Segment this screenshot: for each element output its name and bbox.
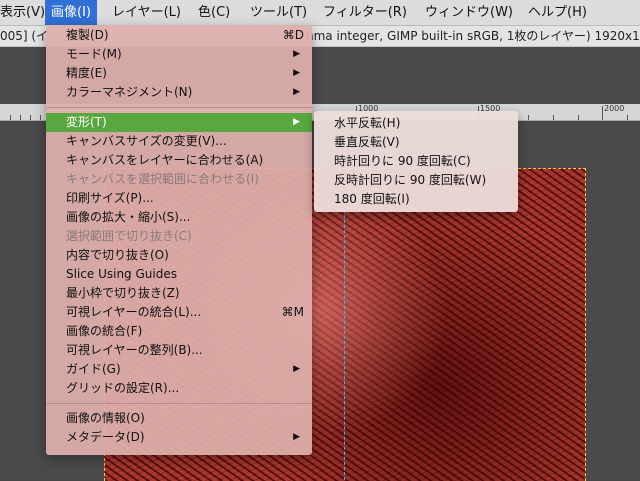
ruler-tick	[627, 115, 628, 120]
submenu-arrow-icon: ▶	[293, 87, 300, 97]
menu-item-zealous-crop[interactable]: 最小枠で切り抜き(Z)	[46, 284, 312, 303]
ruler-tick	[30, 115, 31, 120]
menu-item-canvas-size[interactable]: キャンバスサイズの変更(V)...	[46, 132, 312, 151]
ruler-tick	[10, 115, 11, 120]
menu-item-mode[interactable]: モード(M) ▶	[46, 45, 312, 64]
menu-color[interactable]: 色(C)	[198, 0, 230, 25]
menu-windows[interactable]: ウィンドウ(W)	[425, 0, 513, 25]
image-menu: 複製(D) ⌘D モード(M) ▶ 精度(E) ▶ カラーマネジメント(N) ▶ 変形(…	[46, 25, 312, 455]
menu-item-precision[interactable]: 精度(E) ▶	[46, 64, 312, 83]
menubar: 表示(V) 画像(I) レイヤー(L) 色(C) ツール(T) フィルター(R)…	[0, 0, 640, 26]
menu-item-transform[interactable]: 変形(T) ▶	[46, 113, 312, 132]
ruler-tick	[40, 115, 41, 120]
menu-separator	[46, 107, 312, 108]
menu-item-fit-canvas-to-selection: キャンバスを選択範囲に合わせる(I)	[66, 172, 259, 186]
ruler-tick	[20, 115, 21, 120]
menu-item-print-size[interactable]: 印刷サイズ(P)...	[46, 189, 312, 208]
menu-item-slice-using-guides[interactable]: Slice Using Guides	[46, 265, 312, 284]
menu-item-flip-horizontally[interactable]: 水平反転(H)	[314, 114, 518, 133]
submenu-arrow-icon: ▶	[293, 117, 300, 127]
menu-item-scale-image[interactable]: 画像の拡大・縮小(S)...	[46, 208, 312, 227]
vertical-guide[interactable]	[344, 200, 345, 480]
menu-help[interactable]: ヘルプ(H)	[528, 0, 587, 25]
title-text-left: 005] (イ	[0, 29, 49, 43]
transform-submenu: 水平反転(H) 垂直反転(V) 時計回りに 90 度回転(C) 反時計回りに 9…	[314, 111, 518, 212]
menu-item-color-management[interactable]: カラーマネジメント(N) ▶	[46, 83, 312, 102]
submenu-arrow-icon: ▶	[293, 364, 300, 374]
menu-item-crop-to-selection: 選択範囲で切り抜き(C)	[66, 229, 192, 243]
menu-item-guides[interactable]: ガイド(G) ▶	[46, 360, 312, 379]
ruler-label-2000: 2000	[604, 104, 625, 113]
ruler-tick	[553, 115, 554, 120]
menu-tools[interactable]: ツール(T)	[250, 0, 307, 25]
menu-item-align-visible-layers[interactable]: 可視レイヤーの整列(B)...	[46, 341, 312, 360]
submenu-arrow-icon: ▶	[293, 49, 300, 59]
menu-item-merge-visible-layers[interactable]: 可視レイヤーの統合(L)... ⌘M	[46, 303, 312, 322]
menu-item-image-properties[interactable]: 画像の情報(O)	[46, 409, 312, 428]
menu-item-crop-to-content[interactable]: 内容で切り抜き(O)	[46, 246, 312, 265]
menu-item-metadata[interactable]: メタデータ(D) ▶	[46, 428, 312, 447]
title-text-right: nma integer, GIMP built-in sRGB, 1枚のレイヤー…	[306, 29, 640, 43]
menu-item-fit-canvas-to-layers[interactable]: キャンバスをレイヤーに合わせる(A)	[46, 151, 312, 170]
menu-item-duplicate[interactable]: 複製(D) ⌘D	[46, 26, 312, 45]
submenu-arrow-icon: ▶	[293, 432, 300, 442]
submenu-arrow-icon: ▶	[293, 68, 300, 78]
menu-filters[interactable]: フィルター(R)	[323, 0, 407, 25]
menu-item-flip-vertically[interactable]: 垂直反転(V)	[314, 133, 518, 152]
menu-item-flatten-image[interactable]: 画像の統合(F)	[46, 322, 312, 341]
menu-layer[interactable]: レイヤー(L)	[112, 0, 181, 25]
ruler-tick	[528, 115, 529, 120]
menu-image[interactable]: 画像(I)	[45, 0, 97, 25]
menu-item-rotate-90-ccw[interactable]: 反時計回りに 90 度回転(W)	[314, 171, 518, 190]
shortcut-duplicate: ⌘D	[282, 28, 304, 42]
menu-view[interactable]: 表示(V)	[0, 0, 45, 25]
menu-item-rotate-180[interactable]: 180 度回転(I)	[314, 190, 518, 209]
menu-item-rotate-90-cw[interactable]: 時計回りに 90 度回転(C)	[314, 152, 518, 171]
menu-item-configure-grid[interactable]: グリッドの設定(R)...	[46, 379, 312, 398]
ruler-tick	[602, 106, 603, 120]
shortcut-merge-visible: ⌘M	[281, 305, 304, 319]
menu-separator	[46, 403, 312, 404]
ruler-tick	[578, 115, 579, 120]
